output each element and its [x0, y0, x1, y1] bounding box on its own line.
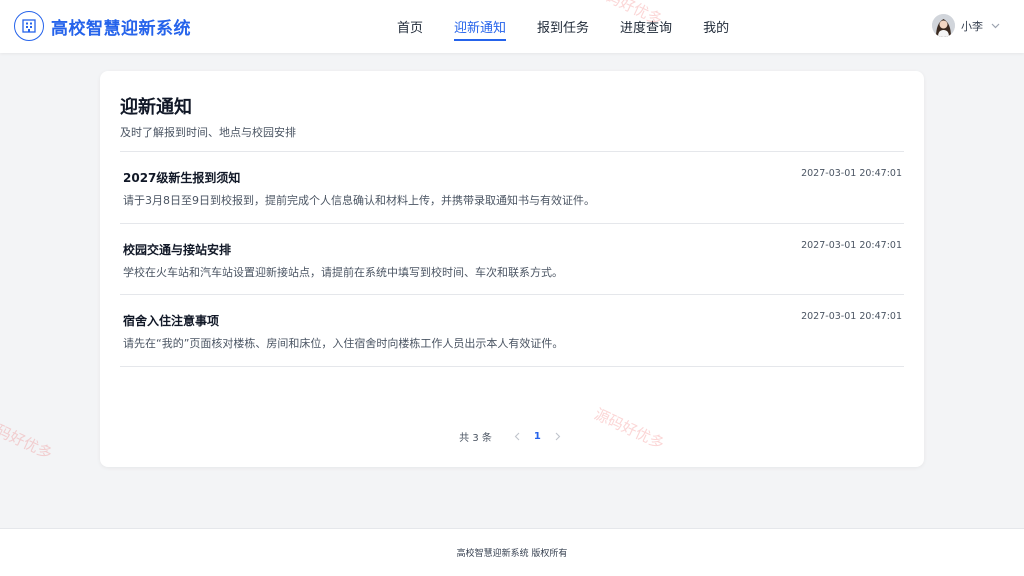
notice-time: 2027-03-01 20:47:01 [801, 168, 902, 179]
brand[interactable]: 高校智慧迎新系统 [14, 11, 191, 41]
notice-time: 2027-03-01 20:47:01 [801, 311, 902, 322]
watermark: 源码好优多 [0, 414, 56, 463]
copyright-text: 高校智慧迎新系统 版权所有 [456, 549, 568, 559]
notice-item[interactable]: 2027级新生报到须知 请于3月8日至9日到校报到，提前完成个人信息确认和材料上… [120, 152, 904, 223]
notice-title: 校园交通与接站安排 [123, 243, 232, 257]
pagination-total: 共 3 条 [459, 433, 492, 444]
notice-time: 2027-03-01 20:47:01 [801, 240, 902, 251]
page-title: 迎新通知 [120, 97, 192, 118]
main-nav: 首页 迎新通知 报到任务 进度查询 我的 [397, 0, 760, 53]
notice-desc: 请于3月8日至9日到校报到，提前完成个人信息确认和材料上传，并携带录取通知书与有… [123, 194, 595, 207]
nav-progress[interactable]: 进度查询 [620, 0, 672, 53]
pagination: 共 3 条 1 [100, 429, 924, 444]
app-title: 高校智慧迎新系统 [51, 18, 191, 39]
building-icon [14, 11, 44, 41]
notice-desc: 学校在火车站和汽车站设置迎新接站点，请提前在系统中填写到校时间、车次和联系方式。 [123, 266, 563, 279]
footer: 高校智慧迎新系统 版权所有 [0, 528, 1024, 576]
chevron-left-icon[interactable] [510, 432, 524, 441]
notice-title: 宿舍入住注意事项 [123, 314, 220, 328]
nav-home[interactable]: 首页 [397, 0, 423, 53]
user-menu[interactable]: 小李 [932, 14, 1000, 37]
notice-item[interactable]: 宿舍入住注意事项 请先在“我的”页面核对楼栋、房间和床位，入住宿舍时向楼栋工作人… [120, 295, 904, 366]
nav-mine[interactable]: 我的 [703, 0, 729, 53]
divider [120, 366, 904, 367]
username: 小李 [961, 19, 983, 33]
chevron-down-icon[interactable] [991, 23, 1000, 29]
page-subtitle: 及时了解报到时间、地点与校园安排 [120, 126, 296, 139]
page-number[interactable]: 1 [534, 431, 541, 442]
notice-card: 迎新通知 及时了解报到时间、地点与校园安排 2027级新生报到须知 请于3月8日… [100, 71, 924, 467]
notice-desc: 请先在“我的”页面核对楼栋、房间和床位，入住宿舍时向楼栋工作人员出示本人有效证件… [123, 337, 564, 350]
top-navbar: 高校智慧迎新系统 首页 迎新通知 报到任务 进度查询 我的 小李 [0, 0, 1024, 53]
notice-item[interactable]: 校园交通与接站安排 学校在火车站和汽车站设置迎新接站点，请提前在系统中填写到校时… [120, 224, 904, 295]
notice-title: 2027级新生报到须知 [123, 171, 241, 185]
chevron-right-icon[interactable] [551, 432, 565, 441]
nav-tasks[interactable]: 报到任务 [537, 0, 589, 53]
nav-notices[interactable]: 迎新通知 [454, 0, 507, 53]
avatar[interactable] [932, 14, 955, 37]
